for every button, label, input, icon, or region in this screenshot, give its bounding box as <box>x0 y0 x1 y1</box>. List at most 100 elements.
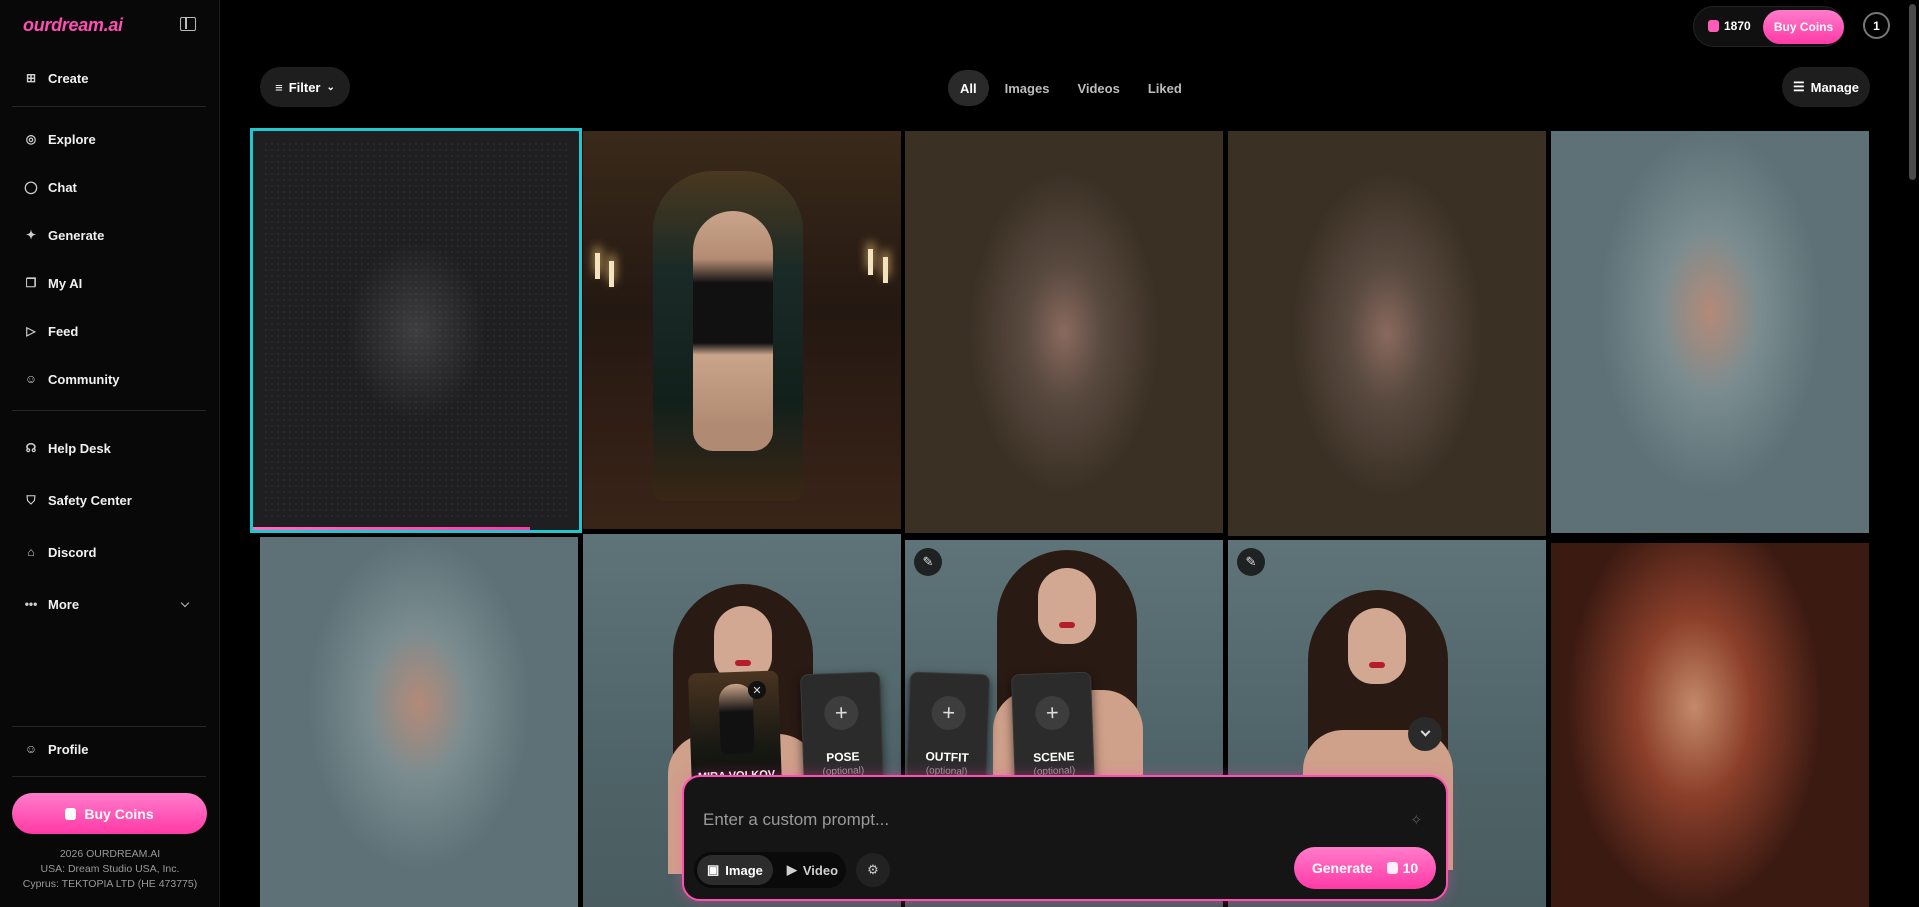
close-icon[interactable]: ✕ <box>748 681 766 699</box>
generate-cost-value: 10 <box>1402 860 1419 876</box>
headset-icon: ☊ <box>25 441 37 455</box>
sidebar-item-generate[interactable]: ✦ Generate <box>24 225 204 245</box>
tab-images[interactable]: Images <box>993 70 1062 106</box>
more-dots-icon: ••• <box>24 597 38 611</box>
sidebar-divider <box>12 106 206 107</box>
plus-icon: + <box>1034 695 1070 731</box>
generate-label: Generate <box>1311 860 1373 876</box>
filter-button[interactable]: ≡ Filter ⌄ <box>260 67 350 107</box>
scroll-down-button[interactable] <box>1408 717 1442 751</box>
plus-icon: + <box>823 695 859 731</box>
play-square-icon: ▷ <box>26 324 36 338</box>
sidebar-collapse-icon[interactable] <box>180 17 196 31</box>
sidebar-item-chat[interactable]: ◯ Chat <box>24 177 204 197</box>
sidebar-item-label: Explore <box>48 131 96 147</box>
sidebar-item-explore[interactable]: ◎ Explore <box>24 129 204 149</box>
lips-shape <box>1369 662 1385 668</box>
prompt-input[interactable] <box>703 808 1393 832</box>
image-icon: ▣ <box>707 862 720 877</box>
tab-all[interactable]: All <box>948 70 989 106</box>
sidebar-divider <box>12 776 206 777</box>
scrollbar-thumb[interactable] <box>1909 4 1916 180</box>
footer-copyright: 2026 OURDREAM.AI <box>59 848 161 860</box>
sidebar-item-label: Safety Center <box>48 492 132 508</box>
lips-shape <box>735 660 751 666</box>
sidebar-divider <box>12 410 206 411</box>
page-scrollbar[interactable] <box>1909 0 1917 907</box>
sidebar-item-label: Generate <box>48 227 105 243</box>
figure-shape <box>693 211 773 451</box>
user-icon: ☺ <box>24 742 38 756</box>
face-shape <box>1348 608 1406 684</box>
chat-bubble-icon: ◯ <box>24 180 38 194</box>
gallery-tile-blurred[interactable] <box>1551 543 1869 907</box>
coins-icon <box>1386 862 1398 874</box>
sidebar-item-label: Community <box>48 371 120 387</box>
footer-cyprus-entity: Cyprus: TEKTOPIA LTD (HE 473775) <box>22 878 198 890</box>
candle-shape <box>883 257 888 283</box>
manage-button[interactable]: ☰ Manage <box>1782 67 1870 107</box>
sidebar-item-label: My AI <box>48 275 83 291</box>
loading-silhouette <box>346 240 486 421</box>
gallery-tile-generating[interactable] <box>250 128 582 533</box>
gallery-tile-blurred[interactable] <box>260 537 578 907</box>
candle-shape <box>609 261 614 287</box>
tab-liked[interactable]: Liked <box>1136 70 1194 106</box>
shield-icon: ⛉ <box>26 492 36 507</box>
footer-usa-entity: USA: Dream Studio USA, Inc. <box>40 863 180 875</box>
gallery-tile-blurred[interactable] <box>1228 131 1546 536</box>
sidebar-item-more[interactable]: ••• More <box>24 594 204 614</box>
plus-square-icon: ⊞ <box>25 71 37 85</box>
sparkle-icon: ✦ <box>25 228 37 242</box>
sidebar-item-discord[interactable]: ⌂ Discord <box>24 542 204 562</box>
face-shape <box>1038 568 1096 644</box>
notification-counter[interactable]: 1 <box>1863 12 1890 39</box>
gallery-tile-blurred[interactable] <box>905 131 1223 533</box>
tab-videos[interactable]: Videos <box>1065 70 1131 106</box>
sidebar-item-profile[interactable]: ☺ Profile <box>24 739 204 759</box>
sidebar: ourdream.ai ⊞ Create ◎ Explore ◯ Chat ✦ … <box>0 0 220 907</box>
edit-pencil-icon[interactable]: ✎ <box>1237 548 1265 576</box>
generate-button[interactable]: Generate 10 <box>1294 847 1436 889</box>
character-card[interactable]: MIRA VOLKOV <box>687 670 783 792</box>
pose-card-title: POSE <box>825 749 860 765</box>
sidebar-item-safety-center[interactable]: ⛉ Safety Center <box>24 490 204 510</box>
mode-image-button[interactable]: ▣ Image <box>697 855 773 885</box>
sidebar-item-label: Profile <box>48 741 89 757</box>
buy-coins-top-button[interactable]: Buy Coins <box>1763 10 1844 44</box>
coin-balance: 1870 <box>1708 19 1751 33</box>
coin-balance-value: 1870 <box>1724 19 1751 33</box>
sidebar-item-label: Feed <box>48 323 79 339</box>
sidebar-item-my-ai[interactable]: ❐ My AI <box>24 273 204 293</box>
gallery-tile-image[interactable] <box>583 131 901 529</box>
gallery-tile-blurred[interactable] <box>1551 131 1869 533</box>
generate-cost: 10 <box>1386 860 1419 876</box>
mode-image-label: Image <box>725 862 763 878</box>
sidebar-item-feed[interactable]: ▷ Feed <box>24 321 204 341</box>
coins-icon <box>1708 20 1719 32</box>
edit-pencil-icon[interactable]: ✎ <box>914 548 942 576</box>
brand-logo[interactable]: ourdream.ai <box>23 15 123 36</box>
candle-shape <box>595 253 600 279</box>
video-camera-icon: ▶ <box>786 862 797 877</box>
sidebar-item-label: Create <box>48 70 89 86</box>
sidebar-item-community[interactable]: ☺ Community <box>24 369 204 389</box>
sidebar-item-help-desk[interactable]: ☊ Help Desk <box>24 438 204 458</box>
sidebar-item-label: Help Desk <box>48 440 111 456</box>
settings-sliders-icon[interactable]: ⚙ <box>856 853 890 887</box>
gallery-tabs: All Images Videos Liked <box>948 70 1194 106</box>
sidebar-item-label: Chat <box>48 179 77 195</box>
discord-icon: ⌂ <box>27 545 35 559</box>
sidebar-divider <box>12 726 206 727</box>
stack-icon: ❐ <box>25 276 37 290</box>
filter-label: Filter <box>288 79 321 95</box>
filter-icon: ≡ <box>275 79 283 95</box>
buy-coins-button[interactable]: Buy Coins <box>12 793 207 834</box>
magic-wand-icon[interactable]: ✧ <box>1410 811 1423 829</box>
mode-video-button[interactable]: ▶ Video <box>777 855 848 885</box>
generation-progress-bar <box>253 527 531 530</box>
chevron-down-icon: ⌄ <box>326 81 335 93</box>
candle-shape <box>868 249 873 275</box>
list-icon: ☰ <box>1792 79 1805 94</box>
sidebar-item-create[interactable]: ⊞ Create <box>24 68 204 88</box>
